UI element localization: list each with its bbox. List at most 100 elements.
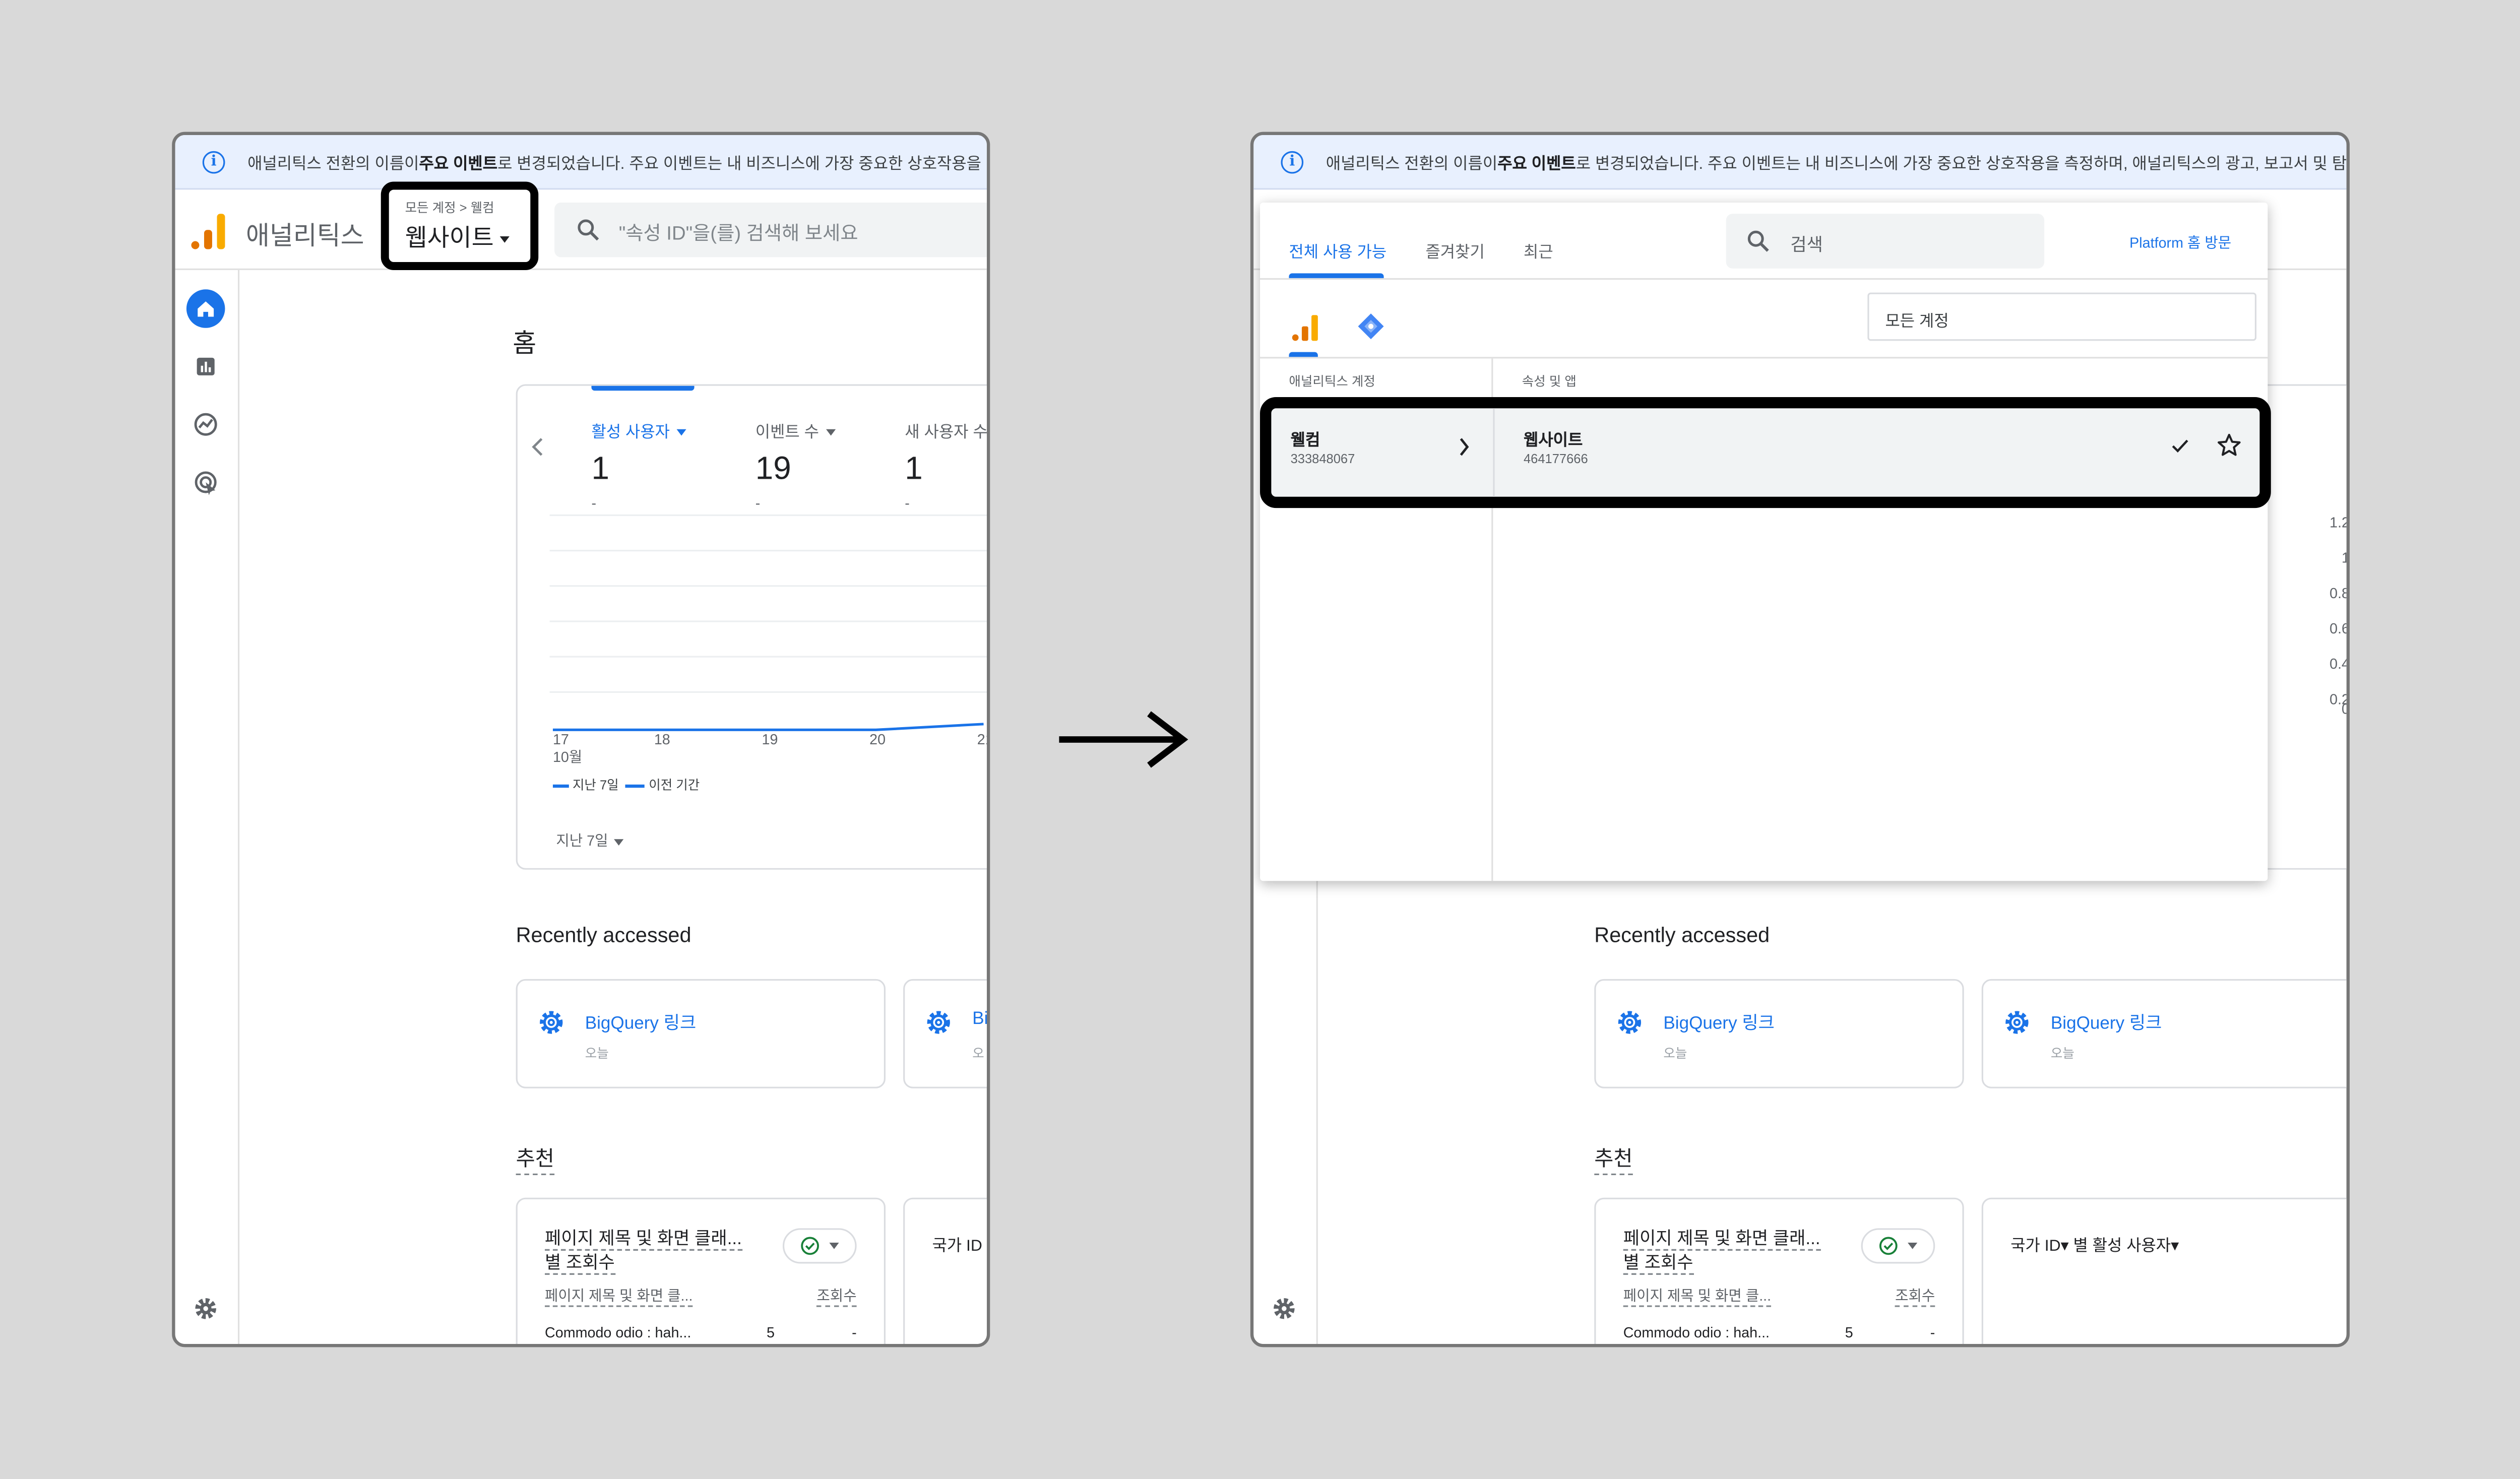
metric-value: 1 — [591, 452, 609, 487]
active-tab-indicator — [591, 385, 695, 391]
row-value: 5 — [1845, 1324, 1853, 1341]
recommend-title: 추천 — [516, 1141, 554, 1176]
account-filter-select[interactable]: 모든 계정 — [1867, 292, 2257, 341]
recent-item-time: 오 — [972, 1046, 984, 1061]
metric-delta: - — [591, 495, 597, 511]
recommend-card-title-text: 페이지 제목 및 화면 클래... 별 조회수 — [545, 1230, 742, 1275]
app-name: 애널리틱스 — [245, 223, 364, 251]
gridline — [549, 691, 987, 693]
recent-item-name: BigQuery 링크 — [1663, 1014, 1775, 1034]
banner-post: 로 변경되었습니다. 주요 이벤트는 내 비즈니스에 가장 중요한 상호작용을 — [497, 156, 981, 174]
tab-recent[interactable]: 최근 — [1524, 238, 1553, 262]
home-icon[interactable] — [186, 289, 225, 328]
search-placeholder: "속성 ID"을(를) 검색해 보세요 — [618, 222, 858, 244]
y-tick-label: 0.6 — [2329, 620, 2350, 637]
search-bar[interactable]: "속성 ID"을(를) 검색해 보세요 — [554, 202, 987, 258]
x-tick-label: 20 — [869, 731, 886, 748]
legend-swatch-dashed — [625, 784, 646, 788]
recommend-card-title: 페이지 제목 및 화면 클래... 별 조회수 — [1623, 1228, 1833, 1276]
y-tick-label: 0.2 — [2329, 691, 2350, 708]
row-delta: - — [1930, 1324, 1935, 1341]
recent-item[interactable]: BigQuery 링크 오늘 — [1981, 979, 2347, 1088]
gridline — [549, 550, 987, 552]
recommend-title: 추천 — [1594, 1141, 1633, 1176]
status-chip[interactable] — [1861, 1228, 1935, 1264]
settings-gear-icon — [2005, 1011, 2029, 1034]
settings-gear-icon[interactable] — [186, 1290, 225, 1328]
date-range-selector[interactable]: 지난 7일 — [556, 829, 624, 850]
gridline — [549, 656, 987, 658]
column-header: 조회수 — [816, 1284, 857, 1307]
y-tick-label: 0 — [2342, 700, 2350, 717]
search-icon — [578, 219, 599, 241]
metric-new-users[interactable]: 새 사용자 수 1 - — [905, 418, 987, 511]
settings-gear-icon[interactable] — [1265, 1290, 1304, 1328]
explore-icon[interactable] — [186, 405, 225, 444]
property-id: 464177666 — [1523, 452, 1588, 467]
chevron-down-icon — [825, 429, 835, 436]
settings-gear-icon — [540, 1011, 563, 1034]
recent-title: Recently accessed — [1594, 923, 1770, 947]
recent-item[interactable]: Bi 오 — [903, 979, 987, 1088]
page-title: 홈 — [513, 331, 537, 359]
tab-all[interactable]: 전체 사용 가능 — [1289, 238, 1387, 262]
arrow-right-icon — [1059, 711, 1188, 768]
gridline — [549, 585, 987, 587]
info-icon: i — [1281, 150, 1304, 173]
chevron-down-icon — [676, 429, 686, 436]
platform-home-link[interactable]: Platform 홈 방문 — [2129, 231, 2231, 252]
account-item[interactable]: 웰컴 333848067 — [1271, 408, 1496, 496]
x-tick-label: 19 — [762, 731, 778, 748]
row-label: Commodo odio : hah... — [1623, 1324, 1770, 1341]
check-icon — [2172, 439, 2188, 453]
column-header-properties: 속성 및 앱 — [1522, 374, 1577, 390]
recommend-card[interactable]: 페이지 제목 및 화면 클래... 별 조회수 페이지 제목 및 화면 클...… — [1594, 1197, 1964, 1344]
legend-swatch-solid — [552, 784, 569, 788]
metric-active-users[interactable]: 활성 사용자 1 - — [591, 418, 686, 511]
row-label: Commodo odio : hah... — [545, 1324, 691, 1341]
x-tick-label: 21 — [977, 731, 987, 748]
column-header: 페이지 제목 및 화면 클... — [545, 1284, 693, 1307]
recent-item-time: 오늘 — [585, 1046, 609, 1061]
recent-title: Recently accessed — [516, 923, 691, 947]
metric-value: 19 — [755, 452, 791, 487]
info-banner: i 애널리틱스 전환의 이름이 주요 이벤트 로 변경되었습니다. 주요 이벤트는… — [175, 135, 987, 190]
banner-pre: 애널리틱스 전환의 이름이 — [247, 156, 419, 174]
metric-event-count[interactable]: 이벤트 수 19 - — [755, 418, 835, 511]
analytics-logo[interactable] — [1292, 315, 1318, 341]
account-selector[interactable]: 모든 계정 > 웰컴 웹사이트 — [381, 181, 539, 270]
settings-gear-icon — [927, 1011, 950, 1034]
chevron-left-icon[interactable] — [530, 437, 546, 457]
x-tick-label: 17 — [552, 731, 569, 748]
recent-item-name: BigQuery 링크 — [585, 1014, 697, 1034]
tab-indicator — [1289, 273, 1384, 278]
tab-favorites[interactable]: 즐겨찾기 — [1425, 238, 1484, 262]
nav-rail — [175, 270, 240, 1344]
recommend-card-title: 국가 ID▾ 별 활성 사용자▾ — [2010, 1238, 2179, 1256]
chevron-down-icon — [989, 1243, 990, 1250]
property-item[interactable]: 웹사이트 464177666 — [1495, 408, 2260, 496]
star-outline-icon[interactable] — [2216, 432, 2242, 458]
tag-manager-icon[interactable] — [1356, 312, 1385, 341]
line-chart — [552, 723, 984, 731]
metric-value: 1 — [905, 452, 923, 487]
analytics-logo — [191, 214, 226, 249]
gridline — [549, 514, 987, 517]
status-chip[interactable] — [782, 1228, 857, 1264]
recent-item[interactable]: BigQuery 링크 오늘 — [1594, 979, 1964, 1088]
chevron-down-icon — [500, 236, 510, 243]
recent-item-name: BigQuery 링크 — [2050, 1014, 2162, 1034]
recommend-card[interactable]: 국가 ID▾ 별 활성 사용자▾ — [1981, 1197, 2347, 1344]
advertising-icon[interactable] — [186, 463, 225, 502]
reports-icon[interactable] — [186, 347, 225, 386]
recent-item[interactable]: BigQuery 링크 오늘 — [516, 979, 886, 1088]
screenshot-before: i 애널리틱스 전환의 이름이 주요 이벤트 로 변경되었습니다. 주요 이벤트는… — [172, 132, 990, 1347]
metric-label: 새 사용자 수 — [905, 424, 988, 442]
recommend-card[interactable]: 페이지 제목 및 화면 클래... 별 조회수 페이지 제목 및 화면 클...… — [516, 1197, 886, 1344]
chevron-down-icon — [829, 1243, 839, 1249]
recommend-card[interactable]: 국가 ID — [903, 1197, 990, 1344]
banner-pre: 애널리틱스 전환의 이름이 — [1326, 156, 1498, 174]
picker-search[interactable]: 검색 — [1726, 214, 2045, 269]
recommend-card-title-text: 국가 ID — [932, 1238, 982, 1256]
selected-row-highlight: 웰컴 333848067 웹사이트 464177666 — [1260, 397, 2271, 508]
